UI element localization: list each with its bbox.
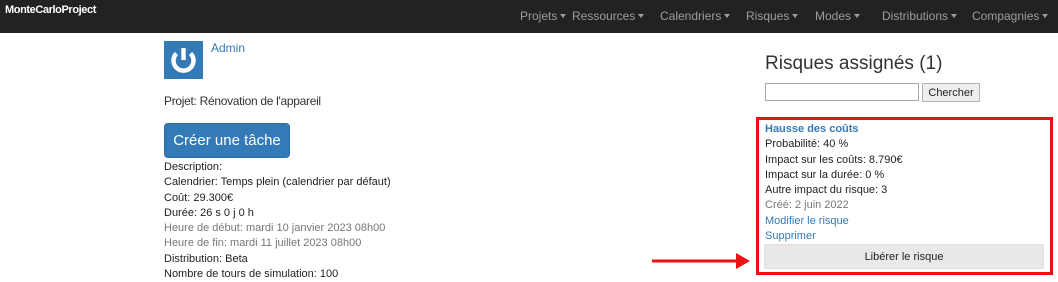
nav-compagnies[interactable]: Compagnies xyxy=(972,9,1049,23)
brand-link[interactable]: MonteCarloProject xyxy=(5,4,96,16)
nav-modes[interactable]: Modes xyxy=(815,9,861,23)
edit-risk-link[interactable]: Modifier le risque xyxy=(765,214,903,229)
delete-risk-link[interactable]: Supprimer xyxy=(765,229,903,244)
risks-heading: Risques assignés (1) xyxy=(765,53,943,74)
create-task-button[interactable]: Créer une tâche xyxy=(164,123,290,158)
nav-risques[interactable]: Risques xyxy=(746,9,799,23)
nav-ressources[interactable]: Ressources xyxy=(572,9,645,23)
chevron-down-icon xyxy=(724,14,731,18)
project-details: Description: Calendrier: Temps plein (ca… xyxy=(164,160,391,282)
nav-ressources-label: Ressources xyxy=(572,9,636,23)
chevron-down-icon xyxy=(792,14,799,18)
detail-duree: Durée: 26 s 0 j 0 h xyxy=(164,206,254,219)
risk-impact-duree: Impact sur la durée: 0 % xyxy=(765,168,885,181)
release-risk-button[interactable]: Libérer le risque xyxy=(764,244,1044,269)
nav-distributions[interactable]: Distributions xyxy=(882,9,958,23)
red-arrow-annotation xyxy=(652,253,750,269)
nav-projets[interactable]: Projets xyxy=(520,9,567,23)
risk-impact-couts: Impact sur les coûts: 8.790€ xyxy=(765,153,903,166)
detail-calendrier: Calendrier: Temps plein (calendrier par … xyxy=(164,176,391,189)
detail-tours: Nombre de tours de simulation: 100 xyxy=(164,268,339,281)
risk-name-link[interactable]: Hausse des coûts xyxy=(765,122,903,137)
nav-distributions-label: Distributions xyxy=(882,9,949,23)
risk-probabilite: Probabilité: 40 % xyxy=(765,138,849,151)
avatar xyxy=(164,41,203,79)
nav-risques-label: Risques xyxy=(746,9,790,23)
risk-card: Hausse des coûts Probabilité: 40 % Impac… xyxy=(765,122,903,244)
risk-autre-impact: Autre impact du risque: 3 xyxy=(765,184,888,197)
risk-search-input[interactable] xyxy=(765,83,919,101)
top-navbar: MonteCarloProject Projets Ressources Cal… xyxy=(0,0,1058,33)
chevron-down-icon xyxy=(560,14,567,18)
admin-user-link[interactable]: Admin xyxy=(211,41,245,55)
nav-compagnies-label: Compagnies xyxy=(972,9,1040,23)
nav-calendriers[interactable]: Calendriers xyxy=(660,9,731,23)
detail-description: Description: xyxy=(164,161,223,173)
nav-calendriers-label: Calendriers xyxy=(660,9,722,23)
power-icon xyxy=(171,48,196,73)
detail-distribution: Distribution: Beta xyxy=(164,252,248,265)
risk-created-date: Créé: 2 juin 2022 xyxy=(765,199,849,212)
search-button[interactable]: Chercher xyxy=(922,83,980,102)
project-title: Projet: Rénovation de l'appareil xyxy=(164,94,321,108)
detail-cout: Coût: 29.300€ xyxy=(164,191,234,204)
chevron-down-icon xyxy=(1042,14,1049,18)
chevron-down-icon xyxy=(854,14,861,18)
detail-fin: Heure de fin: mardi 11 juillet 2023 08h0… xyxy=(164,237,362,250)
chevron-down-icon xyxy=(951,14,958,18)
nav-projets-label: Projets xyxy=(520,9,558,23)
nav-modes-label: Modes xyxy=(815,9,852,23)
chevron-down-icon xyxy=(638,14,645,18)
detail-debut: Heure de début: mardi 10 janvier 2023 08… xyxy=(164,222,386,235)
